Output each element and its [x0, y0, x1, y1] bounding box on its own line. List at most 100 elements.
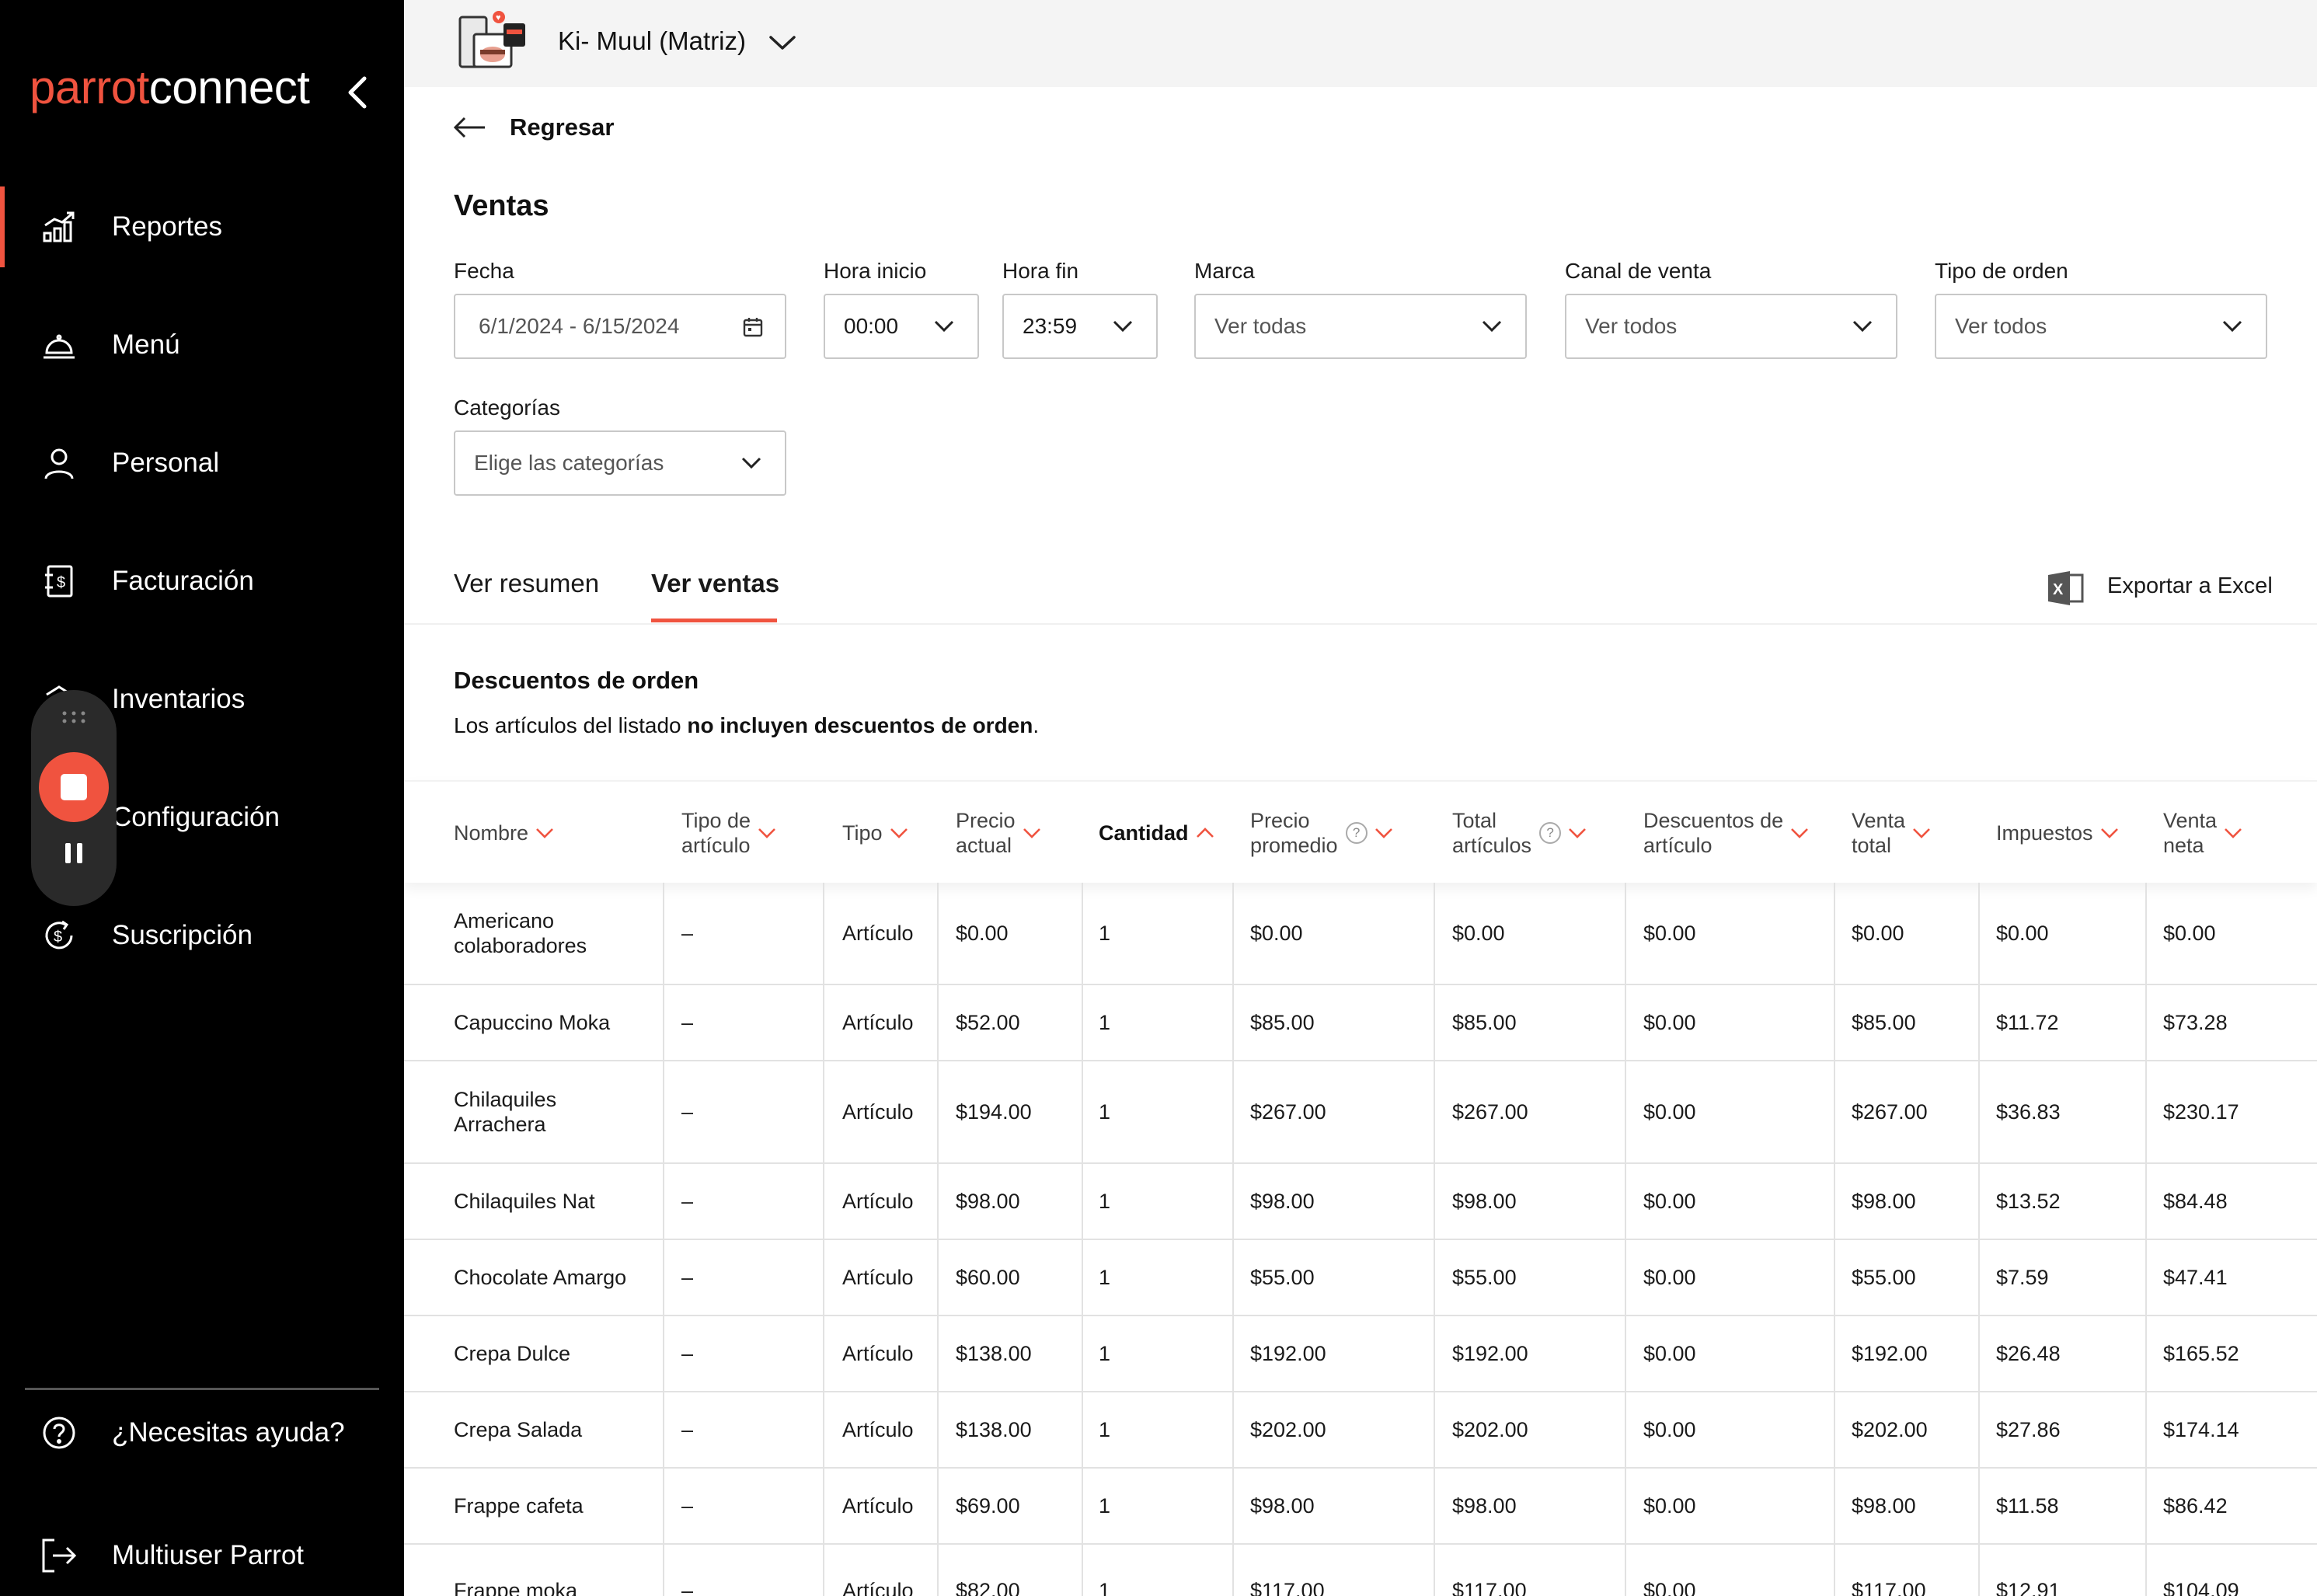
- column-header[interactable]: Tipo: [842, 782, 936, 884]
- export-excel-button[interactable]: X: [2047, 567, 2085, 609]
- chevron-down-icon: [741, 457, 761, 469]
- user-logout-link[interactable]: Multiuser Parrot: [0, 1515, 404, 1596]
- back-label[interactable]: Regresar: [510, 113, 614, 141]
- table-row[interactable]: Chilaquiles Nat – Artículo $98.00 1 $98.00 $98…: [404, 1164, 2317, 1240]
- back-button[interactable]: [452, 109, 486, 146]
- hora-inicio-select[interactable]: 00:00: [824, 294, 979, 359]
- column-header[interactable]: Impuestos: [1996, 782, 2136, 884]
- export-excel-label[interactable]: Exportar a Excel: [2107, 573, 2273, 599]
- table-cell: $55.00: [1250, 1266, 1315, 1289]
- tipo-orden-select[interactable]: Ver todos: [1935, 294, 2267, 359]
- tab-ver-ventas[interactable]: Ver ventas: [651, 569, 779, 598]
- table-cell: 1: [1099, 1100, 1111, 1124]
- help-label: ¿Necesitas ayuda?: [112, 1417, 345, 1448]
- column-header[interactable]: Venta total: [1852, 782, 1968, 884]
- column-header[interactable]: Cantidad: [1099, 782, 1223, 884]
- table-cell: –: [681, 1342, 694, 1365]
- table-row[interactable]: Americano colaboradores – Artículo $0.00 1 $0…: [404, 883, 2317, 985]
- sidebar-item-personal[interactable]: Personal: [0, 423, 404, 504]
- categorias-select[interactable]: Elige las categorías: [454, 430, 786, 496]
- sidebar-item-suscripcion[interactable]: $ Suscripción: [0, 895, 404, 976]
- table-cell: $267.00: [1852, 1100, 1928, 1124]
- column-header[interactable]: Tipo de artículo: [681, 782, 798, 884]
- table-cell: $55.00: [1452, 1266, 1517, 1289]
- user-icon: [40, 444, 78, 482]
- column-header[interactable]: Nombre: [454, 782, 640, 884]
- canal-select[interactable]: Ver todos: [1565, 294, 1897, 359]
- sidebar-item-menu[interactable]: Menú: [0, 305, 404, 385]
- help-icon[interactable]: ?: [1345, 822, 1368, 844]
- table-cell: $194.00: [956, 1100, 1032, 1124]
- table-cell: $117.00: [1452, 1579, 1527, 1596]
- table-cell: $174.14: [2163, 1418, 2239, 1441]
- table-cell: Artículo: [842, 1342, 914, 1365]
- table-cell: 1: [1099, 1579, 1111, 1596]
- table-cell: Frappe moka: [454, 1579, 578, 1596]
- table-cell: –: [681, 922, 694, 945]
- column-header[interactable]: Precio promedio?: [1250, 782, 1429, 884]
- calendar-icon: [743, 318, 763, 337]
- table-cell: Artículo: [842, 1100, 914, 1124]
- column-header[interactable]: Descuentos de artículo: [1643, 782, 1838, 884]
- pause-recording-button[interactable]: [58, 838, 89, 869]
- svg-text:$: $: [57, 574, 65, 591]
- table-cell: $0.00: [956, 922, 1009, 945]
- table-cell: $11.72: [1996, 1011, 2059, 1034]
- column-header-label: Total artículos: [1452, 809, 1532, 857]
- sidebar-item-facturacion[interactable]: $ Facturación: [0, 541, 404, 622]
- column-header[interactable]: Total artículos?: [1452, 782, 1615, 884]
- table-cell: $82.00: [956, 1579, 1020, 1596]
- table-cell: $98.00: [1852, 1494, 1916, 1518]
- help-icon[interactable]: ?: [1539, 822, 1562, 844]
- table-cell: $192.00: [1452, 1342, 1528, 1365]
- tab-ver-resumen[interactable]: Ver resumen: [454, 569, 599, 598]
- sort-descending-icon: [1569, 828, 1586, 838]
- table-row[interactable]: Chocolate Amargo – Artículo $60.00 1 $55.00 $5…: [404, 1240, 2317, 1316]
- table-cell: $202.00: [1452, 1418, 1528, 1441]
- marca-select[interactable]: Ver todas: [1194, 294, 1527, 359]
- column-header[interactable]: Venta neta: [2163, 782, 2303, 884]
- active-tab-indicator: [651, 619, 777, 622]
- table-cell: $47.41: [2163, 1266, 2228, 1289]
- table-cell: $69.00: [956, 1494, 1020, 1518]
- discount-section-title: Descuentos de orden: [454, 667, 699, 694]
- table-cell: –: [681, 1418, 694, 1441]
- table-cell: 1: [1099, 1011, 1111, 1034]
- canal-value: Ver todos: [1585, 314, 1678, 338]
- table-cell: $36.83: [1996, 1100, 2061, 1124]
- date-range-field[interactable]: 6/1/2024 - 6/15/2024: [454, 294, 786, 359]
- column-header[interactable]: Precio actual: [956, 782, 1064, 884]
- table-cell: $98.00: [956, 1190, 1020, 1213]
- sidebar-item-reportes[interactable]: Reportes: [0, 186, 404, 267]
- table-cell: $60.00: [956, 1266, 1020, 1289]
- help-link[interactable]: ¿Necesitas ayuda?: [0, 1392, 404, 1473]
- grip-dots-icon[interactable]: [57, 709, 90, 726]
- table-cell: 1: [1099, 922, 1111, 945]
- hora-inicio-label: Hora inicio: [824, 259, 927, 283]
- table-cell: Artículo: [842, 1579, 914, 1596]
- store-selector-chevron-icon[interactable]: [768, 31, 797, 54]
- svg-text:X: X: [2053, 581, 2064, 598]
- table-cell: $0.00: [1852, 922, 1904, 945]
- table-cell: $86.42: [2163, 1494, 2228, 1518]
- table-cell: $202.00: [1852, 1418, 1928, 1441]
- table-row[interactable]: Chilaquiles Arrachera – Artículo $194.00 1 $2…: [404, 1061, 2317, 1164]
- table-cell: Artículo: [842, 1418, 914, 1441]
- marca-label: Marca: [1194, 259, 1255, 283]
- collapse-sidebar-button[interactable]: [342, 75, 373, 110]
- table-cell: $0.00: [1452, 922, 1505, 945]
- table-cell: $0.00: [1643, 1011, 1696, 1034]
- table-cell: $0.00: [1996, 922, 2049, 945]
- table-cell: $55.00: [1852, 1266, 1916, 1289]
- table-row[interactable]: Capuccino Moka – Artículo $52.00 1 $85.00 $85.…: [404, 985, 2317, 1061]
- table-cell: $85.00: [1452, 1011, 1517, 1034]
- hora-fin-select[interactable]: 23:59: [1002, 294, 1158, 359]
- sidebar-item-label: Personal: [112, 448, 220, 478]
- stop-recording-button[interactable]: [39, 752, 109, 822]
- table-row[interactable]: Crepa Dulce – Artículo $138.00 1 $192.00 $192.…: [404, 1316, 2317, 1392]
- table-row[interactable]: Frappe moka – Artículo $82.00 1 $117.00 $117.0…: [404, 1545, 2317, 1596]
- table-row[interactable]: Frappe cafeta – Artículo $69.00 1 $98.00 $98.0…: [404, 1469, 2317, 1545]
- table-row[interactable]: Crepa Salada – Artículo $138.00 1 $202.00 $202…: [404, 1392, 2317, 1469]
- screen-recorder-widget: [31, 690, 117, 906]
- table-cell: $0.00: [1643, 1266, 1696, 1289]
